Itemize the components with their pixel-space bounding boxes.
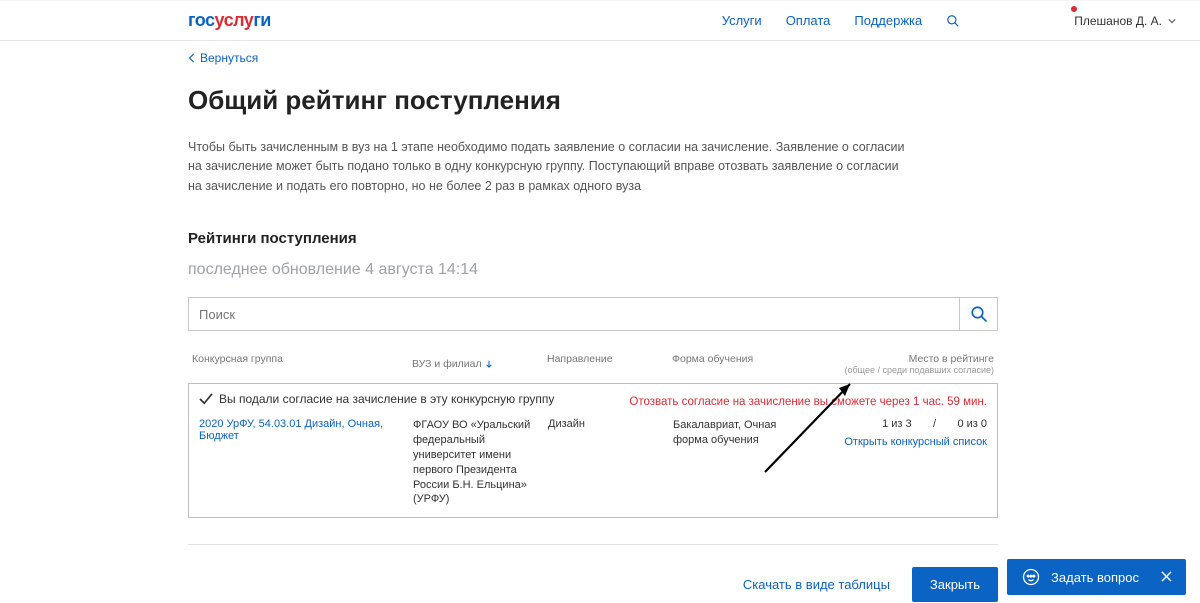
open-list-link[interactable]: Открыть конкурсный список — [844, 436, 987, 448]
chevron-down-icon — [1168, 17, 1176, 25]
search-input[interactable] — [188, 297, 960, 331]
close-button[interactable]: Закрыть — [912, 567, 998, 602]
logo[interactable]: гос услу ги — [188, 10, 271, 31]
chat-icon — [1021, 567, 1041, 587]
subheading: Рейтинги поступления — [188, 230, 998, 247]
divider — [188, 544, 998, 545]
th-rank: Место в рейтинге (общее / среди подавших… — [812, 353, 994, 375]
vuz-name: ФГАОУ ВО «Уральский федеральный универси… — [413, 418, 548, 507]
close-icon[interactable] — [1161, 570, 1172, 585]
consent-status: Вы подали согласие на зачисление в эту к… — [199, 392, 554, 406]
search-button[interactable] — [960, 297, 998, 331]
page-title: Общий рейтинг поступления — [188, 85, 998, 116]
download-link[interactable]: Скачать в виде таблицы — [743, 577, 890, 592]
user-menu[interactable]: Плешанов Д. А. — [1074, 14, 1176, 28]
form: Бакалавриат, Очная форма обучения — [673, 418, 813, 507]
sort-down-icon — [485, 360, 493, 368]
direction: Дизайн — [548, 418, 673, 507]
last-updated: последнее обновление 4 августа 14:14 — [188, 261, 998, 279]
back-link[interactable]: Вернуться — [188, 51, 998, 65]
magnifier-icon — [970, 305, 988, 323]
rank-value: 1 из 3 / 0 из 0 — [813, 418, 987, 430]
user-name: Плешанов Д. А. — [1074, 14, 1162, 28]
table-row: Вы подали согласие на зачисление в эту к… — [188, 383, 998, 518]
withdraw-warning: Отозвать согласие на зачисление вы сможе… — [629, 396, 987, 408]
check-icon — [199, 393, 213, 405]
page-description: Чтобы быть зачисленным в вуз на 1 этапе … — [188, 138, 908, 196]
th-form: Форма обучения — [672, 353, 812, 375]
th-direction: Направление — [547, 353, 672, 375]
ask-question-widget[interactable]: Задать вопрос — [1007, 559, 1186, 595]
nav-services[interactable]: Услуги — [722, 13, 762, 28]
nav-support[interactable]: Поддержка — [854, 13, 922, 28]
notification-dot — [1071, 6, 1077, 12]
nav-payment[interactable]: Оплата — [786, 13, 831, 28]
th-group: Конкурсная группа — [192, 353, 412, 375]
table-header: Конкурсная группа ВУЗ и филиал Направлен… — [188, 353, 998, 379]
group-link[interactable]: 2020 УрФУ, 54.03.01 Дизайн, Очная, Бюдже… — [199, 418, 413, 507]
search-icon[interactable] — [946, 14, 960, 28]
th-vuz[interactable]: ВУЗ и филиал — [412, 353, 547, 375]
chevron-left-icon — [188, 53, 196, 63]
